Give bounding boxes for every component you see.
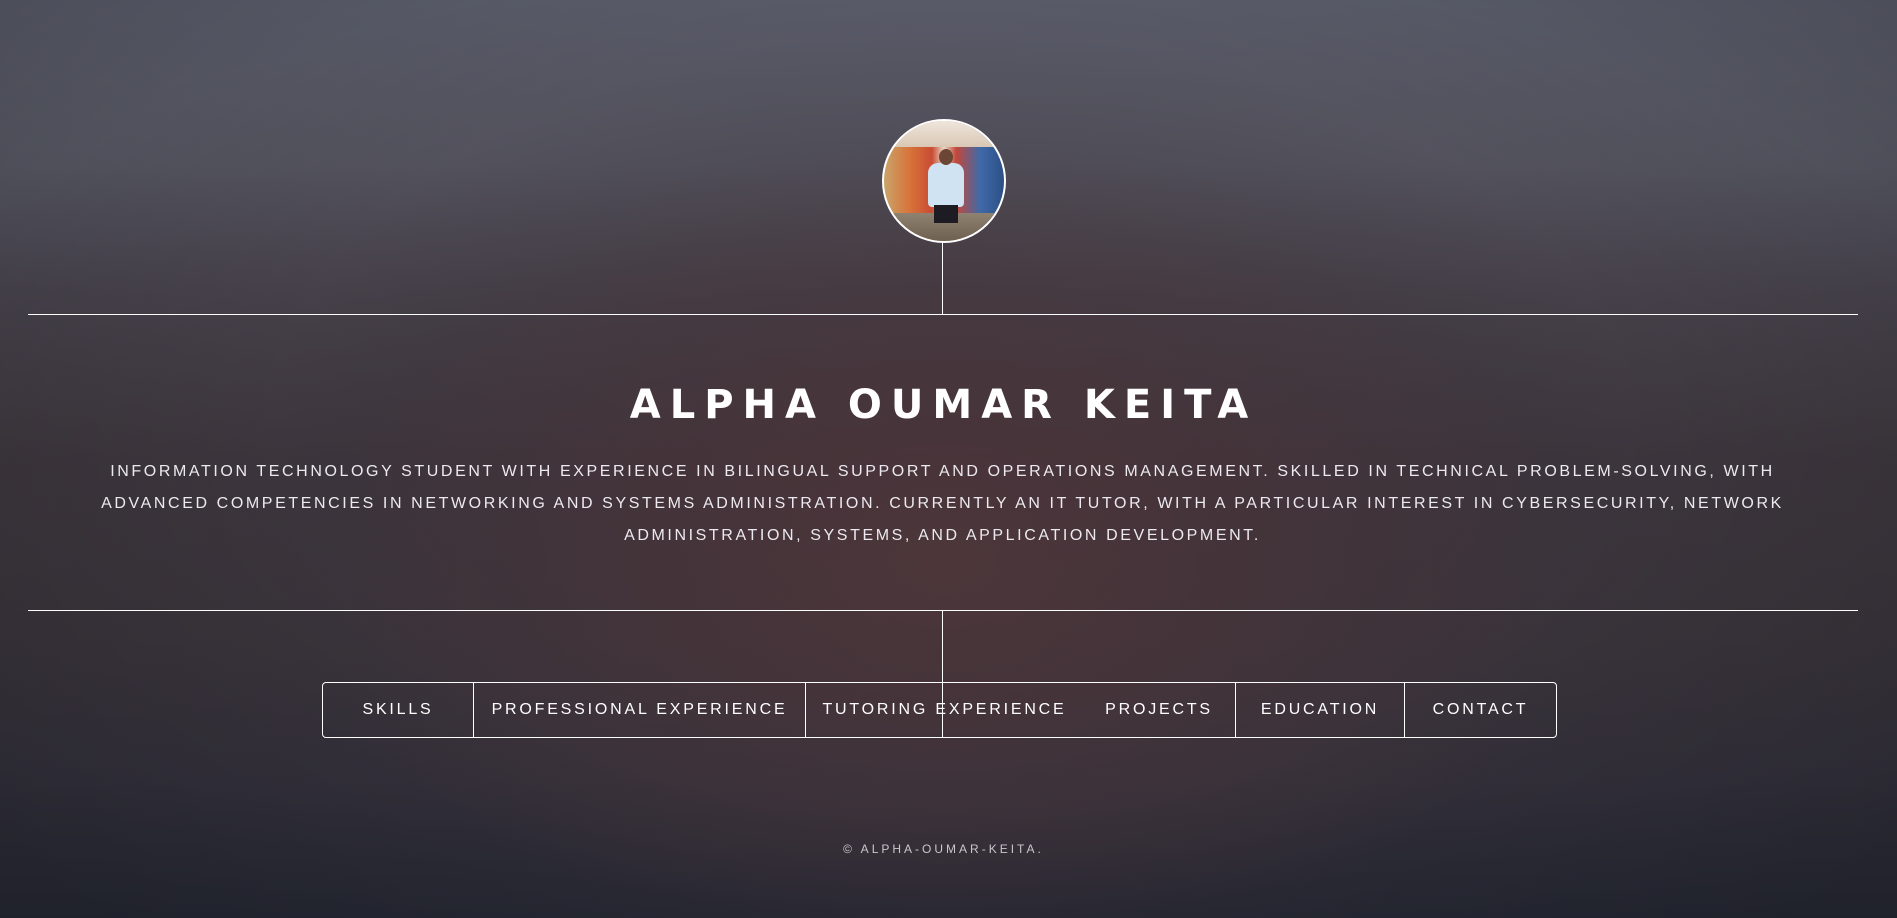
nav-item-education[interactable]: EDUCATION [1236, 683, 1405, 737]
avatar-ceiling [884, 121, 1004, 147]
avatar-person-body [928, 163, 964, 207]
avatar-person-legs [934, 205, 958, 223]
nav-item-tutoring-experience[interactable]: TUTORING EXPERIENCE [806, 683, 1083, 737]
bio-text: INFORMATION TECHNOLOGY STUDENT WITH EXPE… [101, 463, 1784, 544]
page-title: ALPHA OUMAR KEITA [629, 382, 1258, 428]
nav-item-projects[interactable]: PROJECTS [1083, 683, 1236, 737]
footer-copyright: © ALPHA-OUMAR-KEITA. [843, 842, 1044, 856]
divider-bottom [28, 610, 1858, 611]
nav-item-contact[interactable]: CONTACT [1405, 683, 1556, 737]
nav-item-professional-experience[interactable]: PROFESSIONAL EXPERIENCE [474, 683, 806, 737]
divider-top [28, 314, 1858, 315]
connector-line-bottom [942, 610, 943, 738]
connector-line-top [942, 243, 943, 315]
main-nav: SKILLS PROFESSIONAL EXPERIENCE TUTORING … [322, 682, 1557, 738]
avatar-person-head [939, 149, 953, 165]
nav-item-skills[interactable]: SKILLS [323, 683, 474, 737]
avatar [882, 119, 1006, 243]
